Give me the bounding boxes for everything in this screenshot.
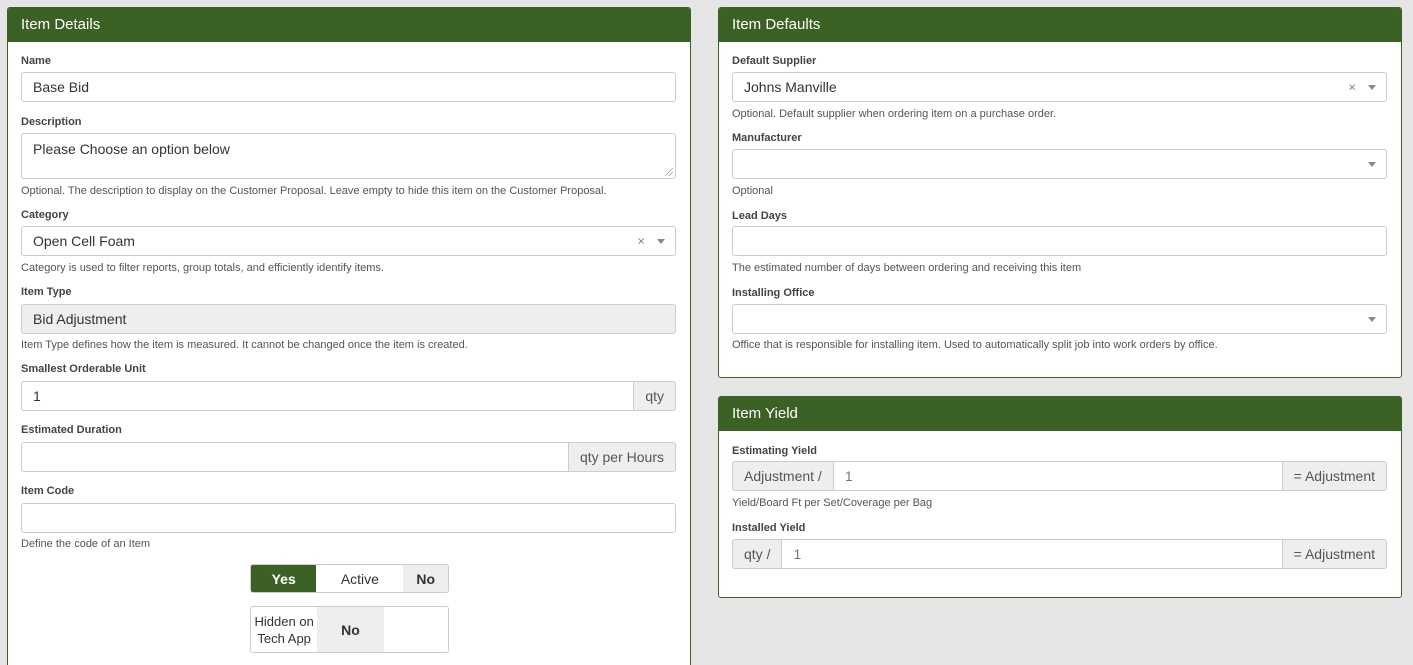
lead-days-label: Lead Days (732, 210, 788, 222)
chevron-down-icon[interactable] (657, 239, 665, 244)
installed-yield-value: 1 (793, 546, 802, 562)
installed-yield-group: qty / 1 = Adjustment (732, 539, 1387, 569)
item-type-input: Bid Adjustment (21, 304, 676, 334)
installing-office-select[interactable] (732, 304, 1387, 334)
lead-days-help: The estimated number of days between ord… (732, 262, 1082, 274)
hidden-toggle-track (383, 607, 448, 652)
smallest-unit-label: Smallest Orderable Unit (21, 363, 146, 375)
smallest-unit-addon: qty (634, 381, 676, 411)
item-code-help: Define the code of an Item (21, 538, 151, 550)
item-code-label: Item Code (21, 485, 75, 497)
estimating-yield-input[interactable]: 1 (832, 461, 1283, 491)
clear-icon[interactable]: × (1348, 80, 1356, 95)
installed-yield-label: Installed Yield (732, 522, 806, 534)
item-type-value: Bid Adjustment (33, 311, 127, 327)
active-no[interactable]: No (403, 565, 448, 592)
description-textarea[interactable]: Please Choose an option below (21, 133, 676, 179)
estimating-yield-group: Adjustment / 1 = Adjustment (732, 461, 1387, 491)
smallest-unit-value: 1 (33, 388, 41, 404)
manufacturer-select[interactable] (732, 149, 1387, 179)
installing-office-help: Office that is responsible for installin… (732, 339, 1218, 351)
estimating-yield-prefix: Adjustment / (732, 461, 833, 491)
item-type-help: Item Type defines how the item is measur… (21, 339, 468, 351)
item-details-title: Item Details (8, 8, 690, 42)
hidden-no[interactable]: No (317, 607, 384, 652)
description-help: Optional. The description to display on … (21, 185, 607, 197)
lead-days-input[interactable] (732, 226, 1387, 256)
chevron-down-icon[interactable] (1368, 317, 1376, 322)
estimated-duration-input[interactable] (21, 442, 569, 472)
estimated-duration-group: qty per Hours (21, 442, 676, 472)
active-yes[interactable]: Yes (251, 565, 317, 592)
resize-grip-icon[interactable] (665, 168, 673, 176)
description-label: Description (21, 116, 82, 128)
active-toggle[interactable]: Yes Active No (250, 564, 449, 593)
estimating-yield-label: Estimating Yield (732, 445, 817, 457)
active-label: Active (316, 565, 404, 592)
chevron-down-icon[interactable] (1368, 162, 1376, 167)
category-help: Category is used to filter reports, grou… (21, 262, 384, 274)
installed-yield-suffix: = Adjustment (1282, 539, 1387, 569)
item-code-input[interactable] (21, 503, 676, 533)
item-defaults-panel: Item Defaults Default Supplier Johns Man… (718, 7, 1402, 378)
estimating-yield-suffix: = Adjustment (1282, 461, 1387, 491)
description-value: Please Choose an option below (33, 141, 230, 157)
installed-yield-input[interactable]: 1 (781, 539, 1283, 569)
item-type-label: Item Type (21, 286, 72, 298)
hidden-toggle[interactable]: Hidden on Tech App No (250, 606, 449, 653)
item-defaults-title: Item Defaults (719, 8, 1401, 42)
category-label: Category (21, 209, 69, 221)
smallest-unit-group: 1 qty (21, 381, 676, 411)
estimated-duration-label: Estimated Duration (21, 424, 122, 436)
category-value: Open Cell Foam (33, 233, 135, 249)
estimating-yield-value: 1 (844, 468, 853, 484)
default-supplier-select[interactable]: Johns Manville × (732, 72, 1387, 102)
hidden-label: Hidden on Tech App (251, 607, 318, 652)
name-label: Name (21, 55, 51, 67)
estimating-yield-help: Yield/Board Ft per Set/Coverage per Bag (732, 497, 933, 509)
manufacturer-label: Manufacturer (732, 132, 802, 144)
name-value: Base Bid (33, 79, 90, 95)
category-select[interactable]: Open Cell Foam × (21, 226, 676, 256)
default-supplier-help: Optional. Default supplier when ordering… (732, 108, 1057, 120)
item-yield-title: Item Yield (719, 397, 1401, 431)
default-supplier-label: Default Supplier (732, 55, 817, 67)
name-input[interactable]: Base Bid (21, 72, 676, 102)
installing-office-label: Installing Office (732, 287, 815, 299)
item-yield-panel: Item Yield Estimating Yield Adjustment /… (718, 396, 1402, 598)
smallest-unit-input[interactable]: 1 (21, 381, 635, 411)
clear-icon[interactable]: × (637, 234, 645, 249)
installed-yield-prefix: qty / (732, 539, 782, 569)
manufacturer-help: Optional (732, 185, 773, 197)
estimated-duration-addon: qty per Hours (568, 442, 676, 472)
default-supplier-value: Johns Manville (744, 79, 837, 95)
chevron-down-icon[interactable] (1368, 85, 1376, 90)
item-details-panel: Item Details Name Base Bid Description P… (7, 7, 691, 665)
